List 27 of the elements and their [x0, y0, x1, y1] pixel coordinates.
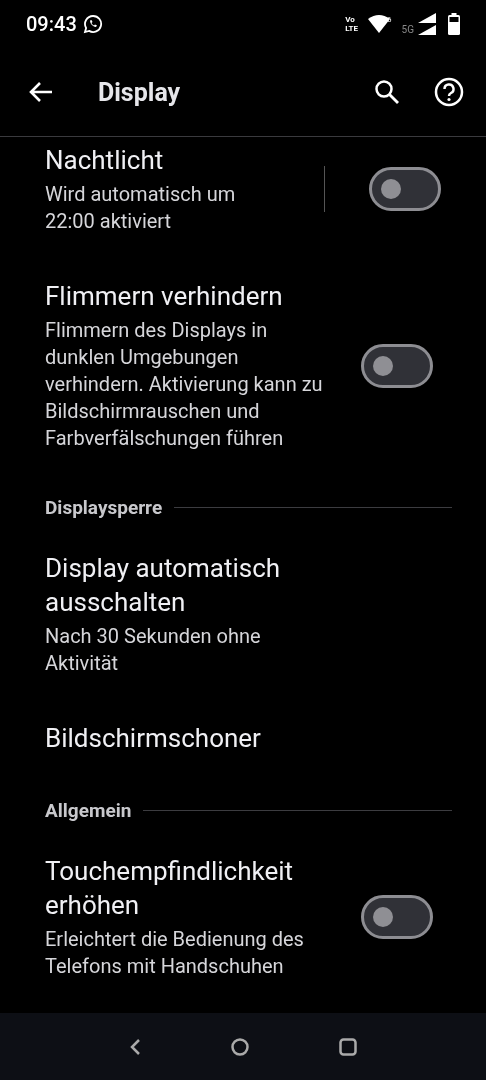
signal-icon — [418, 13, 438, 35]
setting-title[interactable]: Flimmern verhindern — [45, 279, 345, 313]
network-label: 5G — [401, 24, 414, 35]
toolbar-title: Display — [98, 77, 182, 107]
setting-title[interactable]: Nachtlicht — [45, 143, 316, 177]
setting-title[interactable]: Touchempfindlichkeit erhöhen — [45, 854, 345, 922]
wifi-generation-label: 6 — [387, 15, 392, 24]
section-header: Allgemein — [45, 799, 132, 822]
toggle-switch[interactable] — [369, 167, 441, 211]
nav-home-button[interactable] — [231, 1037, 249, 1056]
nav-back-button[interactable] — [129, 1037, 141, 1056]
battery-icon — [448, 13, 460, 35]
nav-recents-button[interactable] — [339, 1037, 357, 1056]
setting-summary: Flimmern des Displays in dunklen Umgebungen verhindern. Aktivierung kann zu Bildschirmrauschen und Farbverfälschungen führen — [45, 317, 324, 452]
chat-app-icon — [82, 14, 103, 34]
wifi-icon — [368, 15, 391, 33]
toggle-switch[interactable] — [361, 343, 433, 388]
toggle-switch[interactable] — [361, 895, 433, 939]
setting-summary: Erleichtert die Bedienung des Telefons mit Handschuhen — [45, 926, 305, 980]
volte-label: LTE — [345, 24, 359, 33]
status-time: 09:43 — [26, 12, 77, 36]
setting-title[interactable]: Display automatisch ausschalten — [45, 551, 345, 619]
setting-summary: Wird automatisch um 22:00 aktiviert — [45, 181, 237, 235]
section-header: Displaysperre — [45, 496, 163, 519]
volte-label: Vo — [345, 15, 356, 24]
setting-title[interactable]: Bildschirmschoner — [45, 721, 345, 755]
setting-summary: Nach 30 Sekunden ohne Aktivität — [45, 623, 262, 677]
